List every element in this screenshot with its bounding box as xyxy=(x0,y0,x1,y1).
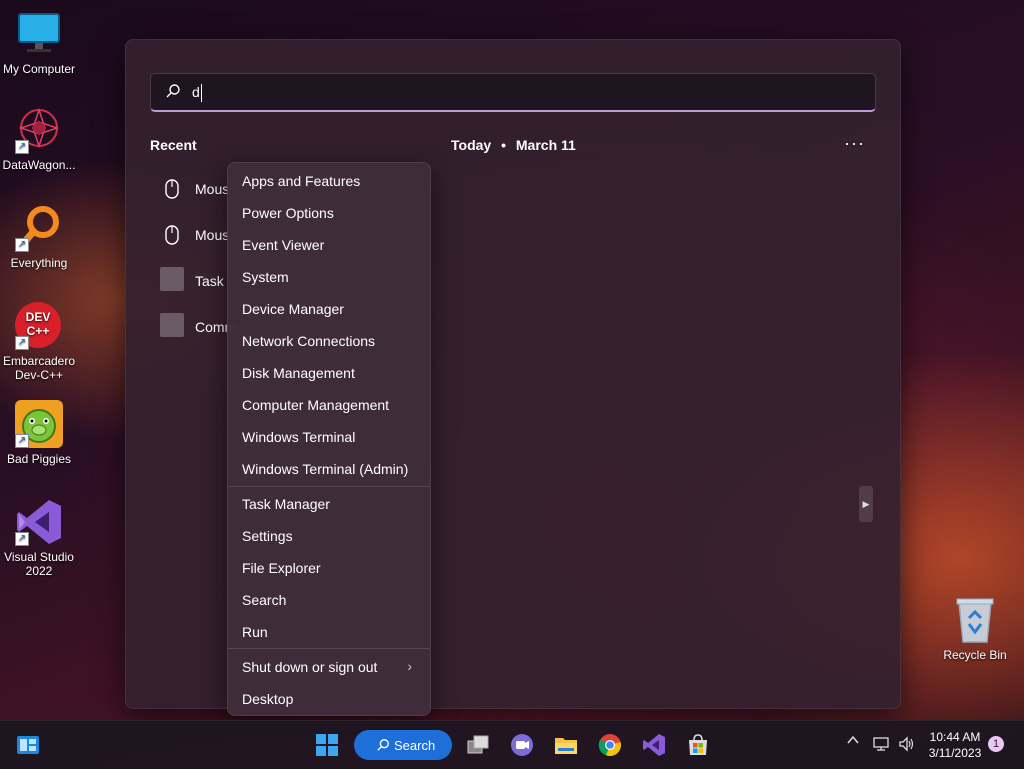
microsoft-store-icon[interactable] xyxy=(686,733,710,757)
search-input-value: d xyxy=(192,84,200,100)
menu-item-run[interactable]: Run xyxy=(228,616,430,646)
app-icon xyxy=(160,313,184,337)
menu-item-shut-down-or-sign-out[interactable]: Shut down or sign out › xyxy=(228,651,430,681)
desktop-icon-datawagon[interactable]: ↗ DataWagon... xyxy=(0,106,78,172)
start-search-box[interactable]: d xyxy=(150,73,876,112)
menu-item-system[interactable]: System xyxy=(228,261,430,291)
shortcut-arrow-icon: ↗ xyxy=(15,238,29,252)
menu-item-device-manager[interactable]: Device Manager xyxy=(228,293,430,323)
menu-item-disk-management[interactable]: Disk Management xyxy=(228,357,430,387)
menu-item-power-options[interactable]: Power Options xyxy=(228,197,430,227)
desktop-icon-visual-studio[interactable]: ↗ Visual Studio 2022 xyxy=(0,498,78,578)
taskbar-search-label: Search xyxy=(394,738,436,753)
today-heading: Today • March 11 xyxy=(451,137,576,153)
scroll-arrow-icon[interactable]: ▶ xyxy=(859,486,873,522)
menu-separator xyxy=(228,486,430,487)
notification-badge[interactable]: 1 xyxy=(988,736,1004,752)
menu-item-windows-terminal-admin[interactable]: Windows Terminal (Admin) xyxy=(228,453,430,483)
taskbar: Search 10:44 AM 3/11/2023 1 xyxy=(0,720,1024,769)
more-options-button[interactable]: ··· xyxy=(844,133,865,154)
search-icon xyxy=(165,83,181,104)
shortcut-arrow-icon: ↗ xyxy=(15,140,29,154)
shortcut-arrow-icon: ↗ xyxy=(15,532,29,546)
bullet-separator: • xyxy=(501,137,506,153)
taskbar-search-button[interactable]: Search xyxy=(354,730,452,760)
desktop-icon-label: Everything xyxy=(10,256,68,270)
date-label: March 11 xyxy=(515,137,576,153)
everything-magnifier-icon: ↗ xyxy=(15,204,63,252)
menu-item-apps-and-features[interactable]: Apps and Features xyxy=(228,165,430,195)
visual-studio-taskbar-icon[interactable] xyxy=(642,733,666,757)
search-icon xyxy=(376,738,390,755)
menu-item-event-viewer[interactable]: Event Viewer xyxy=(228,229,430,259)
tray-overflow-chevron-icon[interactable] xyxy=(846,733,860,750)
recycle-bin-icon xyxy=(951,596,999,644)
mouse-icon xyxy=(160,223,184,247)
desktop-icon-label: My Computer xyxy=(2,62,76,76)
menu-item-windows-terminal[interactable]: Windows Terminal xyxy=(228,421,430,451)
monitor-icon xyxy=(15,10,63,58)
recent-heading: Recent xyxy=(150,137,197,153)
menu-item-desktop[interactable]: Desktop xyxy=(228,683,430,713)
task-view-icon[interactable] xyxy=(466,733,490,757)
file-explorer-icon[interactable] xyxy=(554,733,578,757)
desktop-icon-label: Bad Piggies xyxy=(6,452,72,466)
menu-item-computer-management[interactable]: Computer Management xyxy=(228,389,430,419)
desktop-icon-label: Recycle Bin xyxy=(943,648,1007,662)
desktop-icon-everything[interactable]: ↗ Everything xyxy=(0,204,78,270)
volume-icon[interactable] xyxy=(898,735,916,756)
bad-piggies-icon: ↗ xyxy=(15,400,63,448)
menu-item-network-connections[interactable]: Network Connections xyxy=(228,325,430,355)
recent-item-label: Mous xyxy=(195,227,230,243)
clock-time: 10:44 AM xyxy=(929,730,981,744)
menu-item-file-explorer[interactable]: File Explorer xyxy=(228,552,430,582)
today-label: Today xyxy=(451,137,492,153)
chrome-icon[interactable] xyxy=(598,733,622,757)
recent-item-label: Mous xyxy=(195,181,230,197)
visual-studio-icon: ↗ xyxy=(15,498,63,546)
datawagon-icon: ↗ xyxy=(15,106,63,154)
menu-item-task-manager[interactable]: Task Manager xyxy=(228,488,430,518)
network-icon[interactable] xyxy=(872,735,890,756)
taskbar-clock[interactable]: 10:44 AM 3/11/2023 xyxy=(922,729,988,761)
text-caret xyxy=(201,84,202,102)
desktop-icon-my-computer[interactable]: My Computer xyxy=(0,10,78,76)
shortcut-arrow-icon: ↗ xyxy=(15,336,29,350)
clock-date: 3/11/2023 xyxy=(928,746,982,760)
app-icon xyxy=(160,267,184,291)
desktop-icon-label: Embarcadero Dev-C++ xyxy=(2,354,76,382)
start-windows-icon[interactable] xyxy=(315,733,339,757)
devcpp-icon: DEV C++ ↗ xyxy=(15,302,63,350)
chevron-right-icon: › xyxy=(407,658,412,674)
desktop-icon-label: Visual Studio 2022 xyxy=(4,550,74,578)
desktop-icon-bad-piggies[interactable]: ↗ Bad Piggies xyxy=(0,400,78,466)
desktop-icon-label: DataWagon... xyxy=(2,158,76,172)
context-menu: Apps and Features Power Options Event Vi… xyxy=(227,162,431,716)
menu-item-search[interactable]: Search xyxy=(228,584,430,614)
menu-separator xyxy=(228,648,430,649)
menu-item-settings[interactable]: Settings xyxy=(228,520,430,550)
desktop-icon-recycle-bin[interactable]: Recycle Bin xyxy=(936,596,1014,662)
desktop-icon-devcpp[interactable]: DEV C++ ↗ Embarcadero Dev-C++ xyxy=(0,302,78,382)
mouse-icon xyxy=(160,177,184,201)
teams-chat-icon[interactable] xyxy=(510,733,534,757)
widgets-icon[interactable] xyxy=(16,733,40,757)
shortcut-arrow-icon: ↗ xyxy=(15,434,29,448)
